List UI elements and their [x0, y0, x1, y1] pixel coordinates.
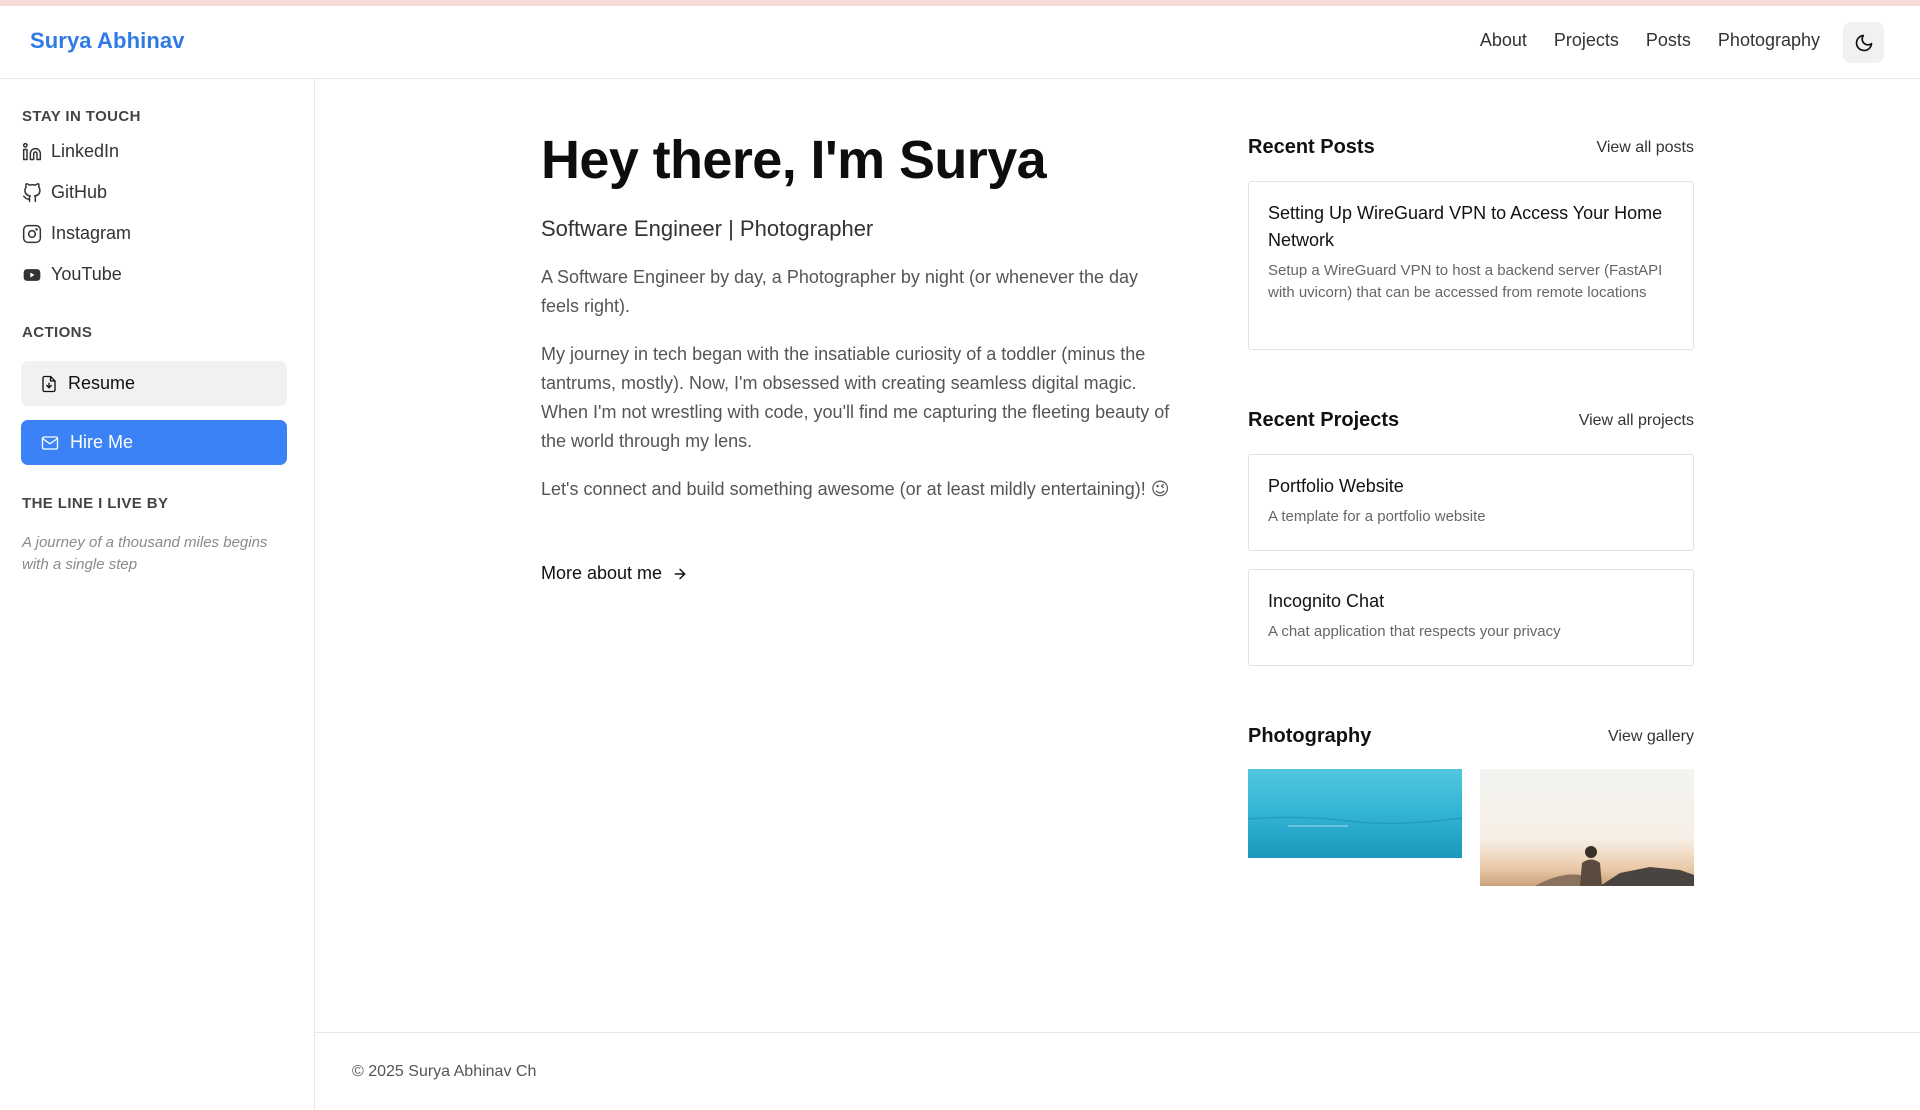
hire-me-button[interactable]: Hire Me — [21, 420, 287, 465]
project-card[interactable]: Portfolio Website A template for a portf… — [1248, 454, 1694, 551]
social-link-youtube[interactable]: YouTube — [22, 264, 122, 285]
social-label: Instagram — [51, 223, 132, 243]
motto-quote: A journey of a thousand miles begins wit… — [22, 534, 268, 573]
page-subtitle: Software Engineer | Photographer — [541, 216, 874, 241]
hire-me-label: Hire Me — [70, 432, 134, 452]
view-all-posts-link[interactable]: View all posts — [1596, 139, 1694, 157]
social-link-github[interactable]: GitHub — [22, 182, 107, 203]
nav-posts[interactable]: Posts — [1646, 30, 1691, 51]
intro-paragraph: My journey in tech began with the insati… — [541, 344, 1170, 451]
brand-logo[interactable]: Surya Abhinav — [30, 28, 185, 54]
project-description: A chat application that respects your pr… — [1268, 623, 1561, 640]
photo-thumbnail-ocean[interactable] — [1248, 769, 1462, 858]
nav-projects[interactable]: Projects — [1554, 30, 1619, 51]
view-all-projects-link[interactable]: View all projects — [1579, 412, 1694, 430]
resume-label: Resume — [68, 373, 136, 393]
post-card[interactable]: Setting Up WireGuard VPN to Access Your … — [1248, 181, 1694, 350]
post-title: Setting Up WireGuard VPN to Access Your … — [1268, 203, 1663, 250]
nav-photography[interactable]: Photography — [1718, 30, 1820, 51]
recent-projects-heading: Recent Projects — [1248, 409, 1400, 431]
project-card[interactable]: Incognito Chat A chat application that r… — [1248, 569, 1694, 666]
photo-thumbnail-sunset[interactable] — [1480, 769, 1694, 886]
more-about-me-label: More about me — [541, 563, 663, 583]
ocean-photo-image — [1248, 769, 1462, 858]
sunset-photo-image — [1480, 769, 1694, 886]
actions-heading: ACTIONS — [22, 324, 93, 341]
social-link-instagram[interactable]: Instagram — [22, 223, 131, 244]
post-description: Setup a WireGuard VPN to host a backend … — [1268, 262, 1663, 301]
recent-posts-heading: Recent Posts — [1248, 136, 1375, 158]
youtube-icon — [23, 268, 41, 281]
social-label: YouTube — [51, 264, 122, 284]
page-title: Hey there, I'm Surya — [541, 130, 1047, 190]
site-header: Surya Abhinav About Projects Posts Photo… — [0, 6, 1920, 79]
sidebar: STAY IN TOUCH LinkedIn GitHub Instagram … — [0, 79, 315, 1110]
file-download-icon — [42, 375, 56, 392]
copyright-text: © 2025 Surya Abhinav Ch — [352, 1063, 537, 1080]
project-description: A template for a portfolio website — [1268, 508, 1486, 525]
theme-toggle-button[interactable] — [1843, 22, 1884, 63]
stay-in-touch-heading: STAY IN TOUCH — [22, 108, 141, 125]
nav-about[interactable]: About — [1480, 30, 1527, 51]
resume-button[interactable]: Resume — [21, 361, 287, 406]
view-gallery-link[interactable]: View gallery — [1608, 728, 1694, 746]
instagram-icon — [22, 224, 42, 243]
github-icon — [22, 182, 41, 202]
social-label: LinkedIn — [51, 141, 120, 161]
photography-heading: Photography — [1248, 725, 1372, 747]
line-i-live-by-heading: THE LINE I LIVE BY — [22, 495, 169, 512]
project-title: Incognito Chat — [1268, 591, 1385, 611]
arrow-right-icon — [674, 568, 686, 579]
social-link-linkedin[interactable]: LinkedIn — [22, 141, 119, 162]
intro-paragraph: Let's connect and build something awesom… — [541, 479, 1170, 499]
site-footer: © 2025 Surya Abhinav Ch — [315, 1032, 1920, 1110]
main-nav: About Projects Posts Photography — [1480, 30, 1820, 51]
intro-paragraph: A Software Engineer by day, a Photograph… — [541, 267, 1139, 316]
linkedin-icon — [22, 142, 42, 160]
moon-icon — [1855, 34, 1872, 51]
social-label: GitHub — [51, 182, 108, 202]
mail-icon — [41, 435, 59, 450]
more-about-me-link[interactable]: More about me — [541, 563, 688, 584]
project-title: Portfolio Website — [1268, 476, 1404, 496]
